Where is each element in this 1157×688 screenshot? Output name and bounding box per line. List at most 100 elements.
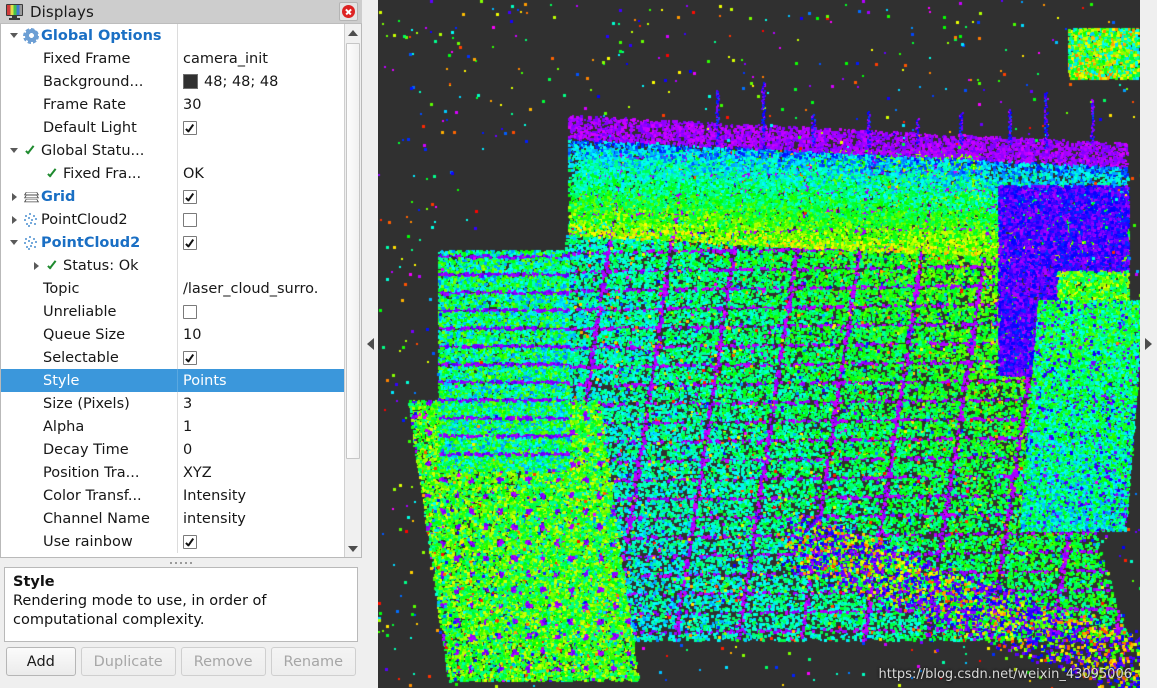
tree-row[interactable]: Channel Name intensity [1,507,344,530]
tree-row[interactable]: Global Statu... [1,139,344,162]
tree-row-label: Frame Rate [43,96,127,113]
no-expander [29,507,43,530]
tree-row-name-cell: Grid [1,185,178,208]
tree-row[interactable]: Background... 48; 48; 48 [1,70,344,93]
tree-row-value-cell[interactable] [178,139,344,162]
scrollbar-thumb[interactable] [346,43,360,459]
displays-tree[interactable]: Global Options Fixed Frame camera_init Back… [1,24,344,557]
row-value: camera_init [183,50,268,67]
tree-row-name-cell: Unreliable [1,300,178,323]
tree-row-label: Alpha [43,418,85,435]
tree-row-value-cell[interactable]: OK [178,162,344,185]
chevron-right-icon[interactable] [29,254,43,277]
tree-row[interactable]: Alpha 1 [1,415,344,438]
tree-row-value-cell[interactable]: camera_init [178,47,344,70]
row-value: OK [183,165,204,182]
tree-row-value-cell[interactable] [178,231,344,254]
tree-row-value-cell[interactable]: 0 [178,438,344,461]
no-expander [29,484,43,507]
point-cloud-canvas[interactable] [378,0,1140,688]
tree-row[interactable]: Frame Rate 30 [1,93,344,116]
row-value: 3 [183,395,193,412]
chevron-down-icon[interactable] [7,139,21,162]
color-swatch[interactable] [183,74,198,89]
row-checkbox[interactable] [183,189,197,204]
tree-row-value-cell[interactable] [178,346,344,369]
scroll-up-icon[interactable] [345,24,361,41]
tree-row-value-cell[interactable] [178,208,344,231]
no-expander [29,47,43,70]
row-checkbox[interactable] [183,304,197,319]
tree-row-value-cell[interactable]: 10 [178,323,344,346]
chevron-right-icon[interactable] [7,185,21,208]
tree-row-value-cell[interactable] [178,530,344,553]
row-checkbox[interactable] [183,235,197,250]
tree-row-value-cell[interactable]: 30 [178,93,344,116]
tree-row-value-cell[interactable]: intensity [178,507,344,530]
tree-row[interactable]: Style Points [1,369,344,392]
chevron-down-icon[interactable] [7,24,21,47]
gear-icon [21,24,41,47]
tree-row[interactable]: Color Transf... Intensity [1,484,344,507]
tree-row[interactable]: Fixed Frame camera_init [1,47,344,70]
tree-row-name-cell: Fixed Frame [1,47,178,70]
row-value: 48; 48; 48 [204,73,279,90]
tree-row-value-cell[interactable]: Intensity [178,484,344,507]
tree-row[interactable]: Grid [1,185,344,208]
tree-row[interactable]: Use rainbow [1,530,344,553]
row-checkbox[interactable] [183,212,197,227]
panel-splitter-grip[interactable] [0,558,362,567]
remove-button[interactable]: Remove [180,647,266,676]
tree-row-value-cell[interactable]: /laser_cloud_surro. [178,277,344,300]
tree-row[interactable]: Fixed Fra... OK [1,162,344,185]
tree-row-name-cell: Topic [1,277,178,300]
tree-row-value-cell[interactable]: Points [178,369,344,392]
row-value: intensity [183,510,246,527]
tree-row[interactable]: PointCloud2 [1,231,344,254]
tree-row-value-cell[interactable]: 48; 48; 48 [178,70,344,93]
tree-row-value-cell[interactable] [178,185,344,208]
tree-row[interactable]: Topic/laser_cloud_surro. [1,277,344,300]
tree-row-label: Color Transf... [43,487,142,504]
tree-row[interactable]: Queue Size 10 [1,323,344,346]
tree-row[interactable]: Global Options [1,24,344,47]
tree-row-label: Status: Ok [63,257,139,274]
right-splitter-handle[interactable] [1140,0,1157,688]
rename-button[interactable]: Rename [270,647,356,676]
tree-row-name-cell: PointCloud2 [1,208,178,231]
scroll-down-icon[interactable] [345,540,361,557]
tree-row[interactable]: Default Light [1,116,344,139]
3d-render-view[interactable]: https://blog.csdn.net/weixin_43095006 [378,0,1140,688]
tree-row[interactable]: Unreliable [1,300,344,323]
add-button[interactable]: Add [6,647,76,676]
left-splitter-handle[interactable] [362,0,378,688]
tree-vertical-scrollbar[interactable] [344,24,361,557]
panel-title-label: Displays [30,2,94,21]
tree-row-name-cell: PointCloud2 [1,231,178,254]
chevron-right-icon[interactable] [7,208,21,231]
duplicate-button[interactable]: Duplicate [80,647,176,676]
tree-row-value-cell[interactable] [178,116,344,139]
chevron-down-icon[interactable] [7,231,21,254]
tree-row-value-cell[interactable]: XYZ [178,461,344,484]
row-checkbox[interactable] [183,120,197,135]
tree-row-value-cell[interactable] [178,300,344,323]
row-checkbox[interactable] [183,350,197,365]
tree-row[interactable]: PointCloud2 [1,208,344,231]
tree-row[interactable]: Size (Pixels) 3 [1,392,344,415]
tree-row-value-cell[interactable] [178,254,344,277]
tree-row[interactable]: Position Tra... XYZ [1,461,344,484]
tree-row[interactable]: Status: Ok [1,254,344,277]
tree-row-value-cell[interactable]: 3 [178,392,344,415]
scrollbar-track[interactable] [345,41,361,540]
tree-row-name-cell: Default Light [1,116,178,139]
tree-row-value-cell[interactable]: 1 [178,415,344,438]
no-expander [29,93,43,116]
rviz-window: Displays Global Options Fixed Frame camera… [0,0,1157,688]
tree-row[interactable]: Decay Time 0 [1,438,344,461]
row-checkbox[interactable] [183,534,197,549]
tree-row[interactable]: Selectable [1,346,344,369]
close-icon[interactable] [339,2,358,21]
tree-row-value-cell[interactable] [178,24,344,47]
tree-row-name-cell: Alpha [1,415,178,438]
